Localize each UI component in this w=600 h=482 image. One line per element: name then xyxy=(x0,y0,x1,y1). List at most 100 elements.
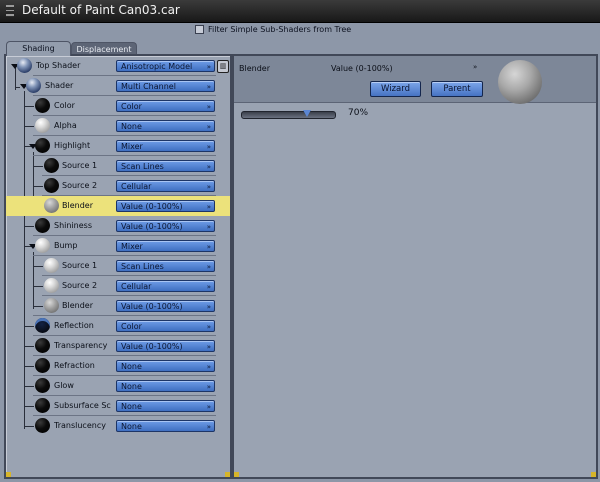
shader-type-dropdown[interactable]: Value (0-100%)» xyxy=(116,220,215,232)
shader-type-dropdown[interactable]: Mixer» xyxy=(116,240,215,252)
tree-row-translucency[interactable]: Translucency None» xyxy=(6,416,230,436)
shader-preview-icon xyxy=(44,258,59,273)
tree-label: Highlight xyxy=(54,141,91,150)
tree-row-subsurface[interactable]: Subsurface Sc None» xyxy=(6,396,230,416)
shader-preview-icon xyxy=(35,218,50,233)
tree-label: Blender xyxy=(62,201,93,210)
chevron-down-icon: » xyxy=(206,283,211,291)
chevron-down-icon: » xyxy=(206,203,211,211)
shader-preview-icon xyxy=(35,338,50,353)
chevron-down-icon: » xyxy=(206,103,211,111)
tree-row-top-shader[interactable]: Top Shader Anisotropic Model» ▥ xyxy=(6,56,230,76)
tree-row-blender[interactable]: Blender Value (0-100%)» xyxy=(6,296,230,316)
tree-row-color[interactable]: Color Color» xyxy=(6,96,230,116)
shader-preview-icon xyxy=(35,378,50,393)
detail-type-selector[interactable]: Value (0-100%) xyxy=(331,64,393,73)
tree-label: Source 1 xyxy=(62,161,98,170)
tree-label: Glow xyxy=(54,381,74,390)
filter-checkbox[interactable] xyxy=(195,25,204,34)
detail-name: Blender xyxy=(239,64,270,73)
window-title: Default of Paint Can03.car xyxy=(22,3,180,17)
value-slider[interactable] xyxy=(241,110,336,119)
chevron-down-icon: » xyxy=(206,63,211,71)
tree-row-glow[interactable]: Glow None» xyxy=(6,376,230,396)
shader-preview-icon xyxy=(35,358,50,373)
shader-preview-icon xyxy=(35,418,50,433)
shader-tree-panel: Top Shader Anisotropic Model» ▥ Shader M… xyxy=(4,54,232,479)
tree-label: Source 2 xyxy=(62,181,98,190)
tree-row-shininess[interactable]: Shininess Value (0-100%)» xyxy=(6,216,230,236)
tree-label: Color xyxy=(54,101,75,110)
tree-row-source-2[interactable]: Source 2 Cellular» xyxy=(6,176,230,196)
slider-value-text: 70% xyxy=(348,108,369,118)
filter-simple-subshaders[interactable]: Filter Simple Sub-Shaders from Tree xyxy=(195,25,351,34)
title-bar: Default of Paint Can03.car xyxy=(0,0,600,23)
chevron-down-icon: » xyxy=(206,143,211,151)
chevron-down-icon: » xyxy=(206,263,211,271)
chevron-down-icon: » xyxy=(206,363,211,371)
chevron-down-icon: » xyxy=(206,123,211,131)
chevron-down-icon: » xyxy=(206,163,211,171)
shader-preview-icon xyxy=(44,298,59,313)
filter-label: Filter Simple Sub-Shaders from Tree xyxy=(208,25,352,34)
tree-row-alpha[interactable]: Alpha None» xyxy=(6,116,230,136)
shader-type-dropdown[interactable]: Color» xyxy=(116,320,215,332)
shader-type-dropdown[interactable]: Cellular» xyxy=(116,280,215,292)
resize-corner-icon xyxy=(591,472,596,477)
shader-preview-icon xyxy=(26,78,41,93)
slider-knob-icon[interactable] xyxy=(303,110,312,117)
shader-preview-icon xyxy=(35,398,50,413)
tree-row-reflection[interactable]: Reflection Color» xyxy=(6,316,230,336)
tab-shading[interactable]: Shading xyxy=(6,41,71,56)
wizard-button[interactable]: Wizard xyxy=(370,81,421,97)
shader-type-dropdown[interactable]: Value (0-100%)» xyxy=(116,340,215,352)
shader-preview-icon xyxy=(35,118,50,133)
shader-type-dropdown[interactable]: Scan Lines» xyxy=(116,260,215,272)
tree-row-bump[interactable]: Bump Mixer» xyxy=(6,236,230,256)
tree-label: Top Shader xyxy=(36,61,81,70)
shader-preview-icon xyxy=(44,178,59,193)
tree-row-source-1[interactable]: Source 1 Scan Lines» xyxy=(6,156,230,176)
shader-type-dropdown[interactable]: Color» xyxy=(116,100,215,112)
tree-row-source-2[interactable]: Source 2 Cellular» xyxy=(6,276,230,296)
parent-button[interactable]: Parent xyxy=(431,81,483,97)
tree-row-highlight[interactable]: Highlight Mixer» xyxy=(6,136,230,156)
shader-type-dropdown[interactable]: Value (0-100%)» xyxy=(116,300,215,312)
shader-preview-icon xyxy=(35,98,50,113)
tree-label: Shader xyxy=(45,81,74,90)
shader-type-dropdown[interactable]: None» xyxy=(116,120,215,132)
shader-type-dropdown[interactable]: None» xyxy=(116,360,215,372)
tree-label: Blender xyxy=(62,301,93,310)
shader-preview-icon xyxy=(44,198,59,213)
tree-label: Bump xyxy=(54,241,78,250)
chevron-down-icon: » xyxy=(206,303,211,311)
tree-row-shader[interactable]: Shader Multi Channel» xyxy=(6,76,230,96)
shader-preview-icon xyxy=(35,138,50,153)
shader-type-dropdown[interactable]: Anisotropic Model» xyxy=(116,60,215,72)
shader-type-dropdown[interactable]: None» xyxy=(116,380,215,392)
shader-type-dropdown[interactable]: Scan Lines» xyxy=(116,160,215,172)
tree-row-source-1[interactable]: Source 1 Scan Lines» xyxy=(6,256,230,276)
chevron-down-icon: » xyxy=(206,423,211,431)
shader-preview-icon xyxy=(44,278,59,293)
chevron-down-icon: » xyxy=(206,403,211,411)
tree-label: Alpha xyxy=(54,121,77,130)
shader-type-dropdown[interactable]: Multi Channel» xyxy=(116,80,215,92)
shader-type-dropdown[interactable]: Cellular» xyxy=(116,180,215,192)
tree-row-refraction[interactable]: Refraction None» xyxy=(6,356,230,376)
trash-icon[interactable]: ▥ xyxy=(217,60,229,73)
tree-row-blender-selected[interactable]: Blender Value (0-100%)» xyxy=(6,196,230,216)
window-grip-icon[interactable] xyxy=(6,5,14,18)
chevron-down-icon: » xyxy=(206,243,211,251)
shader-type-dropdown[interactable]: Mixer» xyxy=(116,140,215,152)
tree-label: Transparency xyxy=(54,341,108,350)
chevron-down-icon: » xyxy=(206,323,211,331)
chevron-down-icon[interactable]: » xyxy=(473,63,477,71)
shader-preview-icon xyxy=(35,318,50,333)
tree-row-transparency[interactable]: Transparency Value (0-100%)» xyxy=(6,336,230,356)
resize-corner-icon xyxy=(6,472,11,477)
shader-type-dropdown[interactable]: None» xyxy=(116,400,215,412)
shader-type-dropdown[interactable]: None» xyxy=(116,420,215,432)
shader-type-dropdown[interactable]: Value (0-100%)» xyxy=(116,200,215,212)
resize-corner-icon xyxy=(225,472,230,477)
